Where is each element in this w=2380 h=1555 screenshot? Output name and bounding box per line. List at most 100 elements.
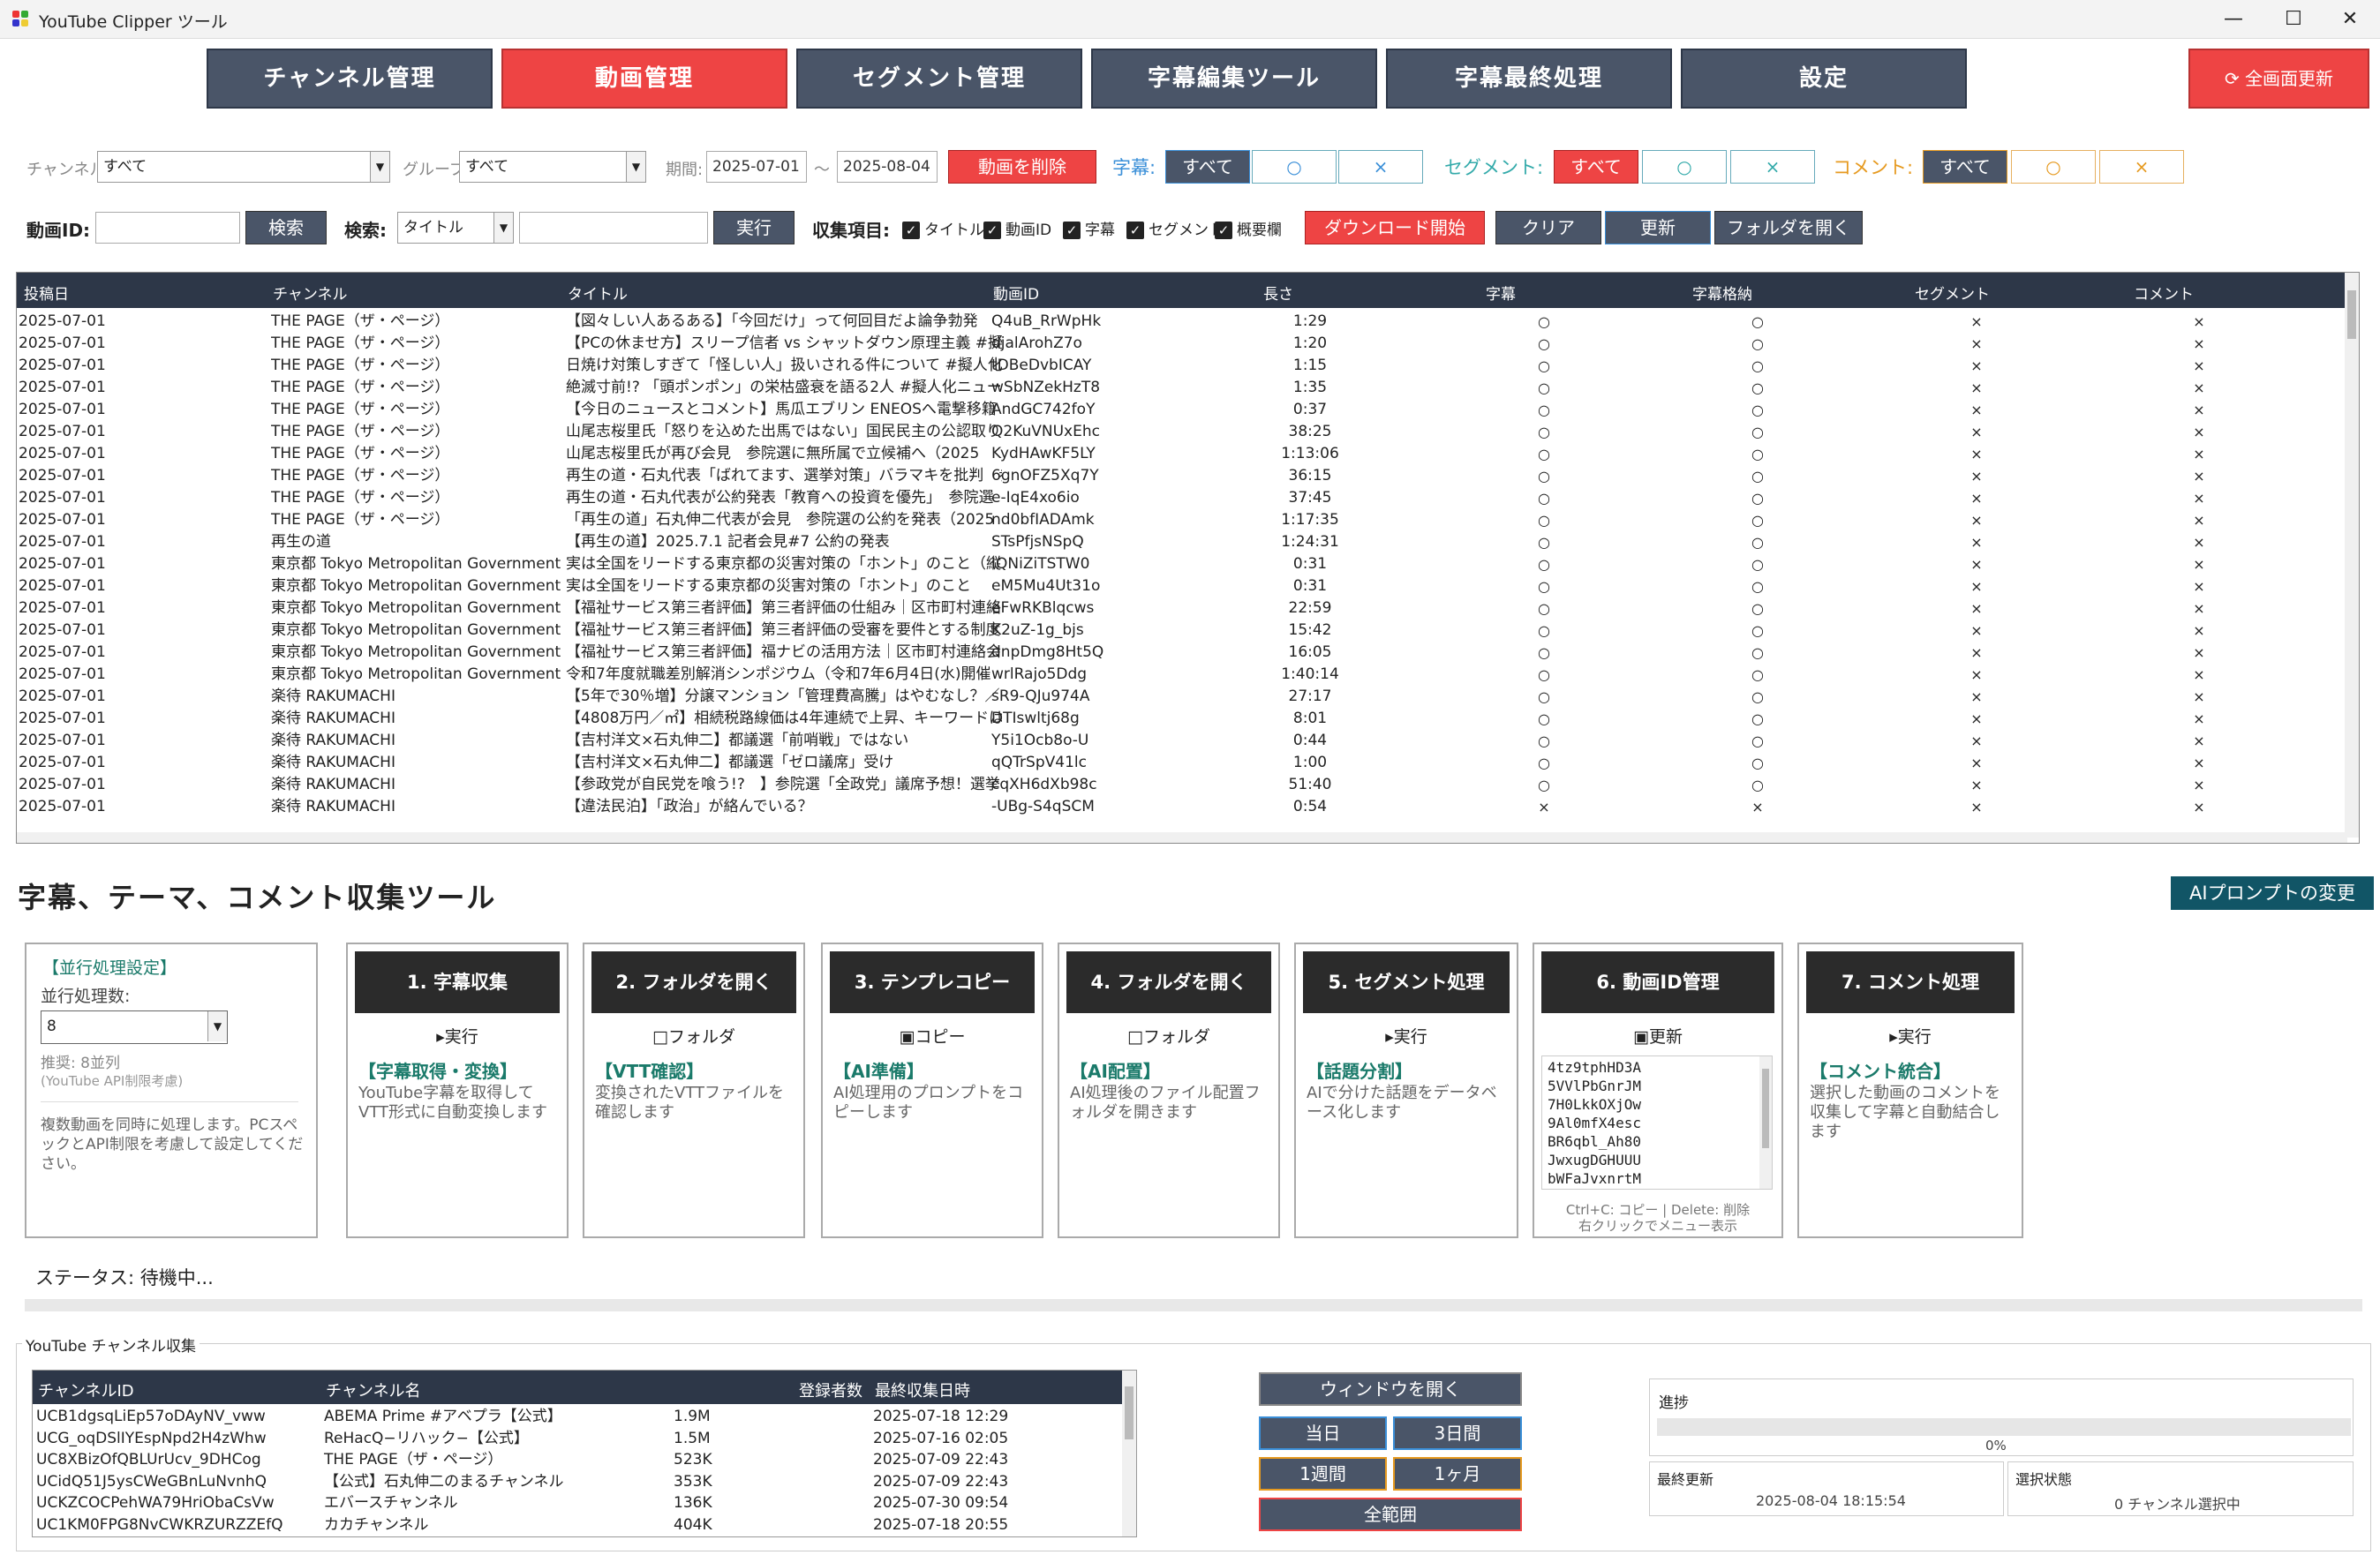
table-row[interactable]: 2025-07-01 THE PAGE（ザ・ページ） 【PCの休ませ方】スリープ信者… <box>17 333 2347 355</box>
table-row[interactable]: 2025-07-01 THE PAGE（ザ・ページ） 山尾志桜里氏「怒りを込めた出馬… <box>17 421 2347 443</box>
range-all-button[interactable]: 全範囲 <box>1259 1498 1522 1531</box>
table-row[interactable]: 2025-07-01 THE PAGE（ザ・ページ） 絶滅寸前!? 「頭ポンポン」の… <box>17 377 2347 399</box>
open-folder-button[interactable]: フォルダを開く <box>1714 211 1863 244</box>
list-item[interactable]: JwxugDGHUUU <box>1548 1151 1766 1169</box>
table-row[interactable]: 2025-07-01 東京都 Tokyo Metropolitan Governm… <box>17 553 2347 575</box>
table-row[interactable]: 2025-07-01 楽待 RAKUMACHI 【違法民泊】「政治」が絡んでいる？ -… <box>17 796 2347 818</box>
step-4-action[interactable]: □フォルダ <box>1059 1024 1278 1048</box>
range-3days-button[interactable]: 3日間 <box>1393 1416 1522 1450</box>
list-item[interactable]: 9Al0mfX4esc <box>1548 1114 1766 1132</box>
table-row[interactable]: 2025-07-01 東京都 Tokyo Metropolitan Governm… <box>17 642 2347 664</box>
table-row[interactable]: 2025-07-01 THE PAGE（ザ・ページ） 【図々しい人あるある】「今回だ… <box>17 311 2347 333</box>
range-1month-button[interactable]: 1ヶ月 <box>1393 1457 1522 1491</box>
step-1-action[interactable]: ▸実行 <box>348 1024 567 1048</box>
tab-channel-management[interactable]: チャンネル管理 <box>207 49 493 109</box>
step-6-button[interactable]: 6. 動画ID管理 <box>1541 951 1774 1013</box>
list-item[interactable]: 7H0LkkOXjOw <box>1548 1095 1766 1114</box>
range-today-button[interactable]: 当日 <box>1259 1416 1387 1450</box>
ai-prompt-button[interactable]: AIプロンプトの変更 <box>2171 876 2374 910</box>
comment-yes-toggle[interactable]: ○ <box>2011 150 2096 184</box>
tab-subtitle-final[interactable]: 字幕最終処理 <box>1386 49 1672 109</box>
group-filter-select[interactable]: すべて ▼ <box>459 151 646 183</box>
comment-no-toggle[interactable]: × <box>2099 150 2184 184</box>
step-5-action[interactable]: ▸実行 <box>1296 1024 1517 1048</box>
col-subtitle[interactable]: 字幕 <box>1486 282 1516 304</box>
step-4-button[interactable]: 4. フォルダを開く <box>1066 951 1271 1013</box>
parallel-count-select[interactable]: 8 ▼ <box>41 1010 228 1044</box>
subtitle-all-toggle[interactable]: すべて <box>1165 150 1250 184</box>
scroll-thumb[interactable] <box>2347 290 2356 339</box>
clear-button[interactable]: クリア <box>1495 211 1601 244</box>
channel-table[interactable]: チャンネルID チャンネル名 登録者数 最終収集日時 UCB1dgsqLiEp5… <box>32 1370 1137 1537</box>
subtitle-yes-toggle[interactable]: ○ <box>1252 150 1337 184</box>
step-7-button[interactable]: 7. コメント処理 <box>1806 951 2015 1013</box>
delete-video-button[interactable]: 動画を削除 <box>948 150 1096 184</box>
horizontal-scrollbar[interactable] <box>17 832 2347 843</box>
col-channel[interactable]: チャンネル <box>273 282 348 304</box>
table-row[interactable]: 2025-07-01 再生の道 【再生の道】2025.7.1 記者会見#7 公約の発… <box>17 531 2347 553</box>
checkbox-video-id[interactable]: ✓ 動画ID <box>983 217 1051 239</box>
video-id-listbox[interactable]: 4tz9tphHD3A 5VVlPbGnrJM 7H0LkkOXjOw 9Al0mfX… <box>1541 1055 1773 1190</box>
step-6-action[interactable]: ▣更新 <box>1534 1024 1781 1048</box>
table-row[interactable]: UCB1dgsqLiEp57oDAyNV_vww ABEMA Prime #アベプ… <box>33 1406 1123 1428</box>
channel-filter-select[interactable]: すべて ▼ <box>97 151 390 183</box>
tab-settings[interactable]: 設定 <box>1681 49 1967 109</box>
date-from-field[interactable]: 2025-07-01 <box>706 151 807 183</box>
checkbox-description[interactable]: ✓ 概要欄 <box>1215 217 1282 239</box>
vertical-scrollbar[interactable] <box>2345 273 2359 838</box>
col-title[interactable]: タイトル <box>568 282 628 304</box>
col-subscribers[interactable]: 登録者数 <box>799 1378 862 1401</box>
video-id-field[interactable] <box>95 212 240 244</box>
channel-table-scrollbar[interactable] <box>1122 1371 1136 1536</box>
list-item[interactable]: bWFaJvxnrtM <box>1548 1169 1766 1188</box>
table-row[interactable]: UCKZCOCPehWA79HriObaCsVw エバースチャンネル 136K 202… <box>33 1492 1123 1514</box>
table-row[interactable]: 2025-07-01 楽待 RAKUMACHI 【吉村洋文×石丸伸二】都議選「前哨戦… <box>17 730 2347 752</box>
col-last-collected[interactable]: 最終収集日時 <box>875 1378 970 1401</box>
col-length[interactable]: 長さ <box>1263 282 1293 304</box>
table-row[interactable]: 2025-07-01 楽待 RAKUMACHI 【参政党が自民党を喰う!? 】参院選… <box>17 774 2347 796</box>
col-channel-id[interactable]: チャンネルID <box>38 1378 134 1401</box>
list-item[interactable]: BR6qbl_Ah80 <box>1548 1132 1766 1151</box>
segment-yes-toggle[interactable]: ○ <box>1642 150 1727 184</box>
table-row[interactable]: 2025-07-01 東京都 Tokyo Metropolitan Governm… <box>17 575 2347 597</box>
table-row[interactable]: 2025-07-01 THE PAGE（ザ・ページ） 「再生の道」石丸伸二代表が会見… <box>17 509 2347 531</box>
table-row[interactable]: 2025-07-01 楽待 RAKUMACHI 【吉村洋文×石丸伸二】都議選「ゼロ議… <box>17 752 2347 774</box>
minimize-icon[interactable]: — <box>2207 5 2260 34</box>
table-row[interactable]: UCG_oqDSlIYEspNpd2H4zWhw ReHacQ−リハック−【公式】… <box>33 1428 1123 1450</box>
step-3-action[interactable]: ▣コピー <box>823 1024 1042 1048</box>
table-row[interactable]: 2025-07-01 東京都 Tokyo Metropolitan Governm… <box>17 664 2347 686</box>
list-item[interactable]: 5VVlPbGnrJM <box>1548 1077 1766 1095</box>
segment-all-toggle[interactable]: すべて <box>1554 150 1638 184</box>
search-button[interactable]: 検索 <box>245 211 327 244</box>
table-row[interactable]: 2025-07-01 THE PAGE（ザ・ページ） 再生の道・石丸代表「ばれてます… <box>17 465 2347 487</box>
table-row[interactable]: 2025-07-01 東京都 Tokyo Metropolitan Governm… <box>17 620 2347 642</box>
col-video-id[interactable]: 動画ID <box>993 282 1039 304</box>
subtitle-no-toggle[interactable]: × <box>1338 150 1423 184</box>
close-icon[interactable]: ✕ <box>2324 5 2376 34</box>
table-row[interactable]: 2025-07-01 楽待 RAKUMACHI 【5年で30％増】分譲マンション「管… <box>17 686 2347 708</box>
range-1week-button[interactable]: 1週間 <box>1259 1457 1387 1491</box>
step-2-button[interactable]: 2. フォルダを開く <box>591 951 796 1013</box>
table-row[interactable]: 2025-07-01 楽待 RAKUMACHI 【4808万円／㎡】相続税路線価は4… <box>17 708 2347 730</box>
table-row[interactable]: UC8XBizOfQBLUrUcv_9DHCog THE PAGE（ザ・ページ） 5… <box>33 1449 1123 1471</box>
date-to-field[interactable]: 2025-08-04 <box>837 151 938 183</box>
search-field-select[interactable]: タイトル ▼ <box>397 212 514 244</box>
col-segment[interactable]: セグメント <box>1915 282 1990 304</box>
step-3-button[interactable]: 3. テンプレコピー <box>830 951 1035 1013</box>
col-date[interactable]: 投稿日 <box>24 282 69 304</box>
checkbox-segment[interactable]: ✓ セグメント <box>1126 217 1224 239</box>
tab-video-management[interactable]: 動画管理 <box>501 49 787 109</box>
open-window-button[interactable]: ウィンドウを開く <box>1259 1372 1522 1406</box>
table-row[interactable]: UCidQ51J5ysCWeGBnLuNvnhQ 【公式】石丸伸二のまるチャンネル… <box>33 1471 1123 1493</box>
table-row[interactable]: 2025-07-01 THE PAGE（ザ・ページ） 【今日のニュースとコメント】馬… <box>17 399 2347 421</box>
video-table[interactable]: 投稿日 チャンネル タイトル 動画ID 長さ 字幕 字幕格納 セグメント コメン… <box>16 272 2360 844</box>
search-text-input[interactable] <box>519 212 708 244</box>
execute-button[interactable]: 実行 <box>713 211 795 244</box>
table-row[interactable]: 2025-07-01 東京都 Tokyo Metropolitan Governm… <box>17 597 2347 620</box>
table-row[interactable]: 2025-07-01 THE PAGE（ザ・ページ） 山尾志桜里氏が再び会見 参院選… <box>17 443 2347 465</box>
table-row[interactable]: UC1KM0FPG8NvCWKRZURZZEfQ カカチャンネル 404K 2025-… <box>33 1514 1123 1536</box>
tab-subtitle-editor[interactable]: 字幕編集ツール <box>1091 49 1377 109</box>
col-channel-name[interactable]: チャンネル名 <box>326 1378 420 1401</box>
col-comment[interactable]: コメント <box>2134 282 2194 304</box>
col-subtitle-stored[interactable]: 字幕格納 <box>1692 282 1752 304</box>
